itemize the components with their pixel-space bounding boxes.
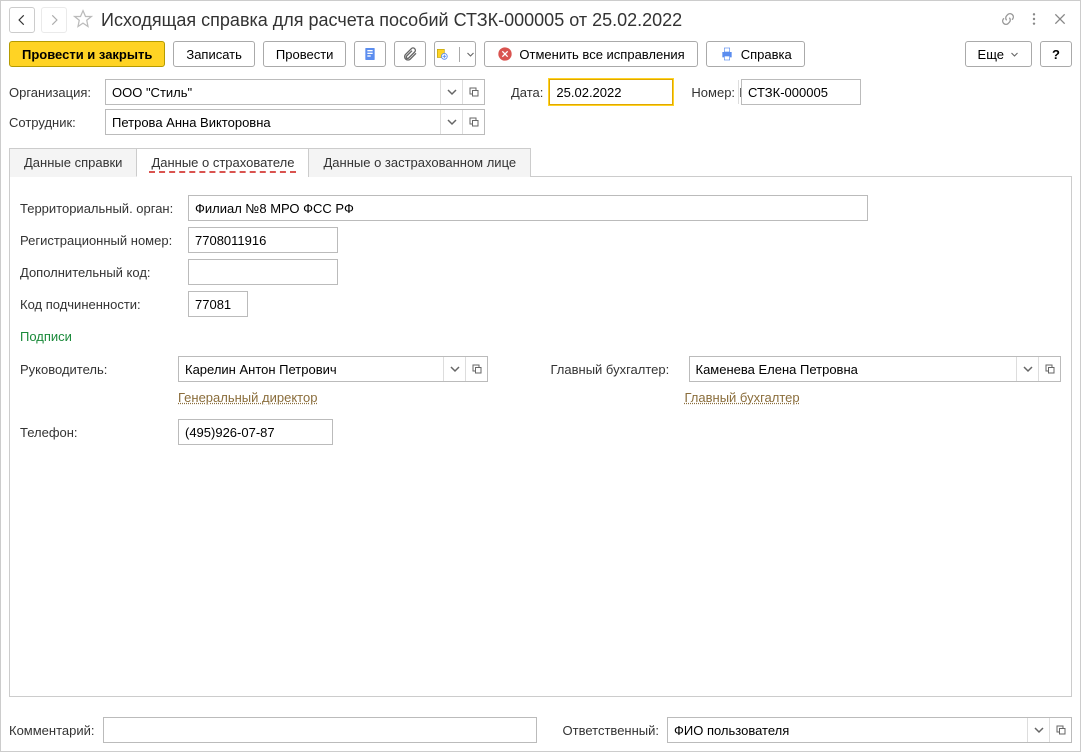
print-reference-button[interactable]: Справка xyxy=(706,41,805,67)
addcode-label: Дополнительный код: xyxy=(20,265,180,280)
open-external-icon[interactable] xyxy=(1038,357,1060,381)
phone-input[interactable] xyxy=(178,419,333,445)
tab-data[interactable]: Данные справки xyxy=(9,148,137,177)
chevron-down-icon[interactable] xyxy=(459,47,475,62)
open-external-icon[interactable] xyxy=(462,110,484,134)
chevron-down-icon[interactable] xyxy=(440,110,462,134)
subcode-label: Код подчиненности: xyxy=(20,297,180,312)
document-actions-button[interactable] xyxy=(354,41,386,67)
number-input[interactable] xyxy=(742,80,930,104)
chevron-down-icon xyxy=(1010,47,1019,62)
close-icon[interactable] xyxy=(1052,11,1068,30)
kebab-menu-icon[interactable] xyxy=(1026,11,1042,30)
number-field[interactable] xyxy=(741,79,861,105)
tab-insured[interactable]: Данные о застрахованном лице xyxy=(308,148,531,177)
post-button[interactable]: Провести xyxy=(263,41,347,67)
nav-forward-button[interactable] xyxy=(41,7,67,33)
director-field[interactable] xyxy=(178,356,488,382)
open-external-icon[interactable] xyxy=(462,80,484,104)
territorial-label: Территориальный. орган: xyxy=(20,201,180,216)
open-external-icon[interactable] xyxy=(1049,718,1071,742)
window-title: Исходящая справка для расчета пособий СТ… xyxy=(101,10,994,31)
tab-data-label: Данные справки xyxy=(24,155,122,170)
chevron-down-icon[interactable] xyxy=(1027,718,1049,742)
date-label: Дата: xyxy=(511,85,543,100)
post-and-close-button[interactable]: Провести и закрыть xyxy=(9,41,165,67)
more-button[interactable]: Еще xyxy=(965,41,1032,67)
number-label: Номер: xyxy=(691,85,735,100)
director-position-link[interactable]: Генеральный директор xyxy=(178,390,531,405)
chevron-down-icon[interactable] xyxy=(1016,357,1038,381)
comment-input[interactable] xyxy=(104,718,536,742)
attachments-button[interactable] xyxy=(394,41,426,67)
more-label: Еще xyxy=(978,47,1004,62)
employee-field[interactable] xyxy=(105,109,485,135)
addcode-input[interactable] xyxy=(188,259,338,285)
regnum-input[interactable] xyxy=(188,227,338,253)
accountant-field[interactable] xyxy=(689,356,1062,382)
organization-input[interactable] xyxy=(106,80,440,104)
phone-label: Телефон: xyxy=(20,425,170,440)
director-input[interactable] xyxy=(179,357,443,381)
tab-insured-label: Данные о застрахованном лице xyxy=(323,155,516,170)
related-docs-button[interactable] xyxy=(434,41,476,67)
date-field[interactable] xyxy=(549,79,673,105)
accountant-input[interactable] xyxy=(690,357,1017,381)
save-button[interactable]: Записать xyxy=(173,41,255,67)
nav-back-button[interactable] xyxy=(9,7,35,33)
comment-field[interactable] xyxy=(103,717,537,743)
director-label: Руководитель: xyxy=(20,362,170,377)
organization-field[interactable] xyxy=(105,79,485,105)
responsible-field[interactable] xyxy=(667,717,1072,743)
responsible-label: Ответственный: xyxy=(563,723,659,738)
tab-insurer[interactable]: Данные о страхователе xyxy=(136,148,309,177)
link-icon[interactable] xyxy=(1000,11,1016,30)
regnum-label: Регистрационный номер: xyxy=(20,233,180,248)
tab-panel-insurer: Территориальный. орган: Регистрационный … xyxy=(9,177,1072,697)
print-reference-label: Справка xyxy=(741,47,792,62)
cancel-corrections-button[interactable]: Отменить все исправления xyxy=(484,41,697,67)
accountant-position-link[interactable]: Главный бухгалтер xyxy=(685,390,1062,405)
organization-label: Организация: xyxy=(9,85,99,100)
responsible-input[interactable] xyxy=(668,718,1027,742)
favorite-star-icon[interactable] xyxy=(73,9,93,32)
accountant-label: Главный бухгалтер: xyxy=(551,362,681,377)
chevron-down-icon[interactable] xyxy=(443,357,465,381)
employee-label: Сотрудник: xyxy=(9,115,99,130)
territorial-input[interactable] xyxy=(188,195,868,221)
employee-input[interactable] xyxy=(106,110,440,134)
cancel-corrections-label: Отменить все исправления xyxy=(519,47,684,62)
comment-label: Комментарий: xyxy=(9,723,95,738)
tab-insurer-label: Данные о страхователе xyxy=(151,155,294,170)
open-external-icon[interactable] xyxy=(465,357,487,381)
chevron-down-icon[interactable] xyxy=(440,80,462,104)
subcode-input[interactable] xyxy=(188,291,248,317)
help-button[interactable]: ? xyxy=(1040,41,1072,67)
signatures-section-title: Подписи xyxy=(20,329,1061,344)
